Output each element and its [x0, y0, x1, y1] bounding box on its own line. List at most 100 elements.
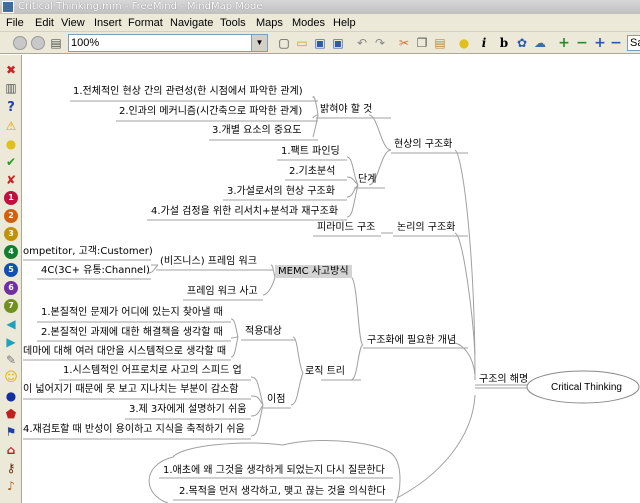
node-benefits-3[interactable]: 3.제 3자에게 설명하기 쉬움	[129, 403, 246, 416]
node-benefits[interactable]: 이점	[267, 393, 285, 406]
back-icon[interactable]	[12, 35, 28, 51]
bulb-icon[interactable]: ●	[4, 137, 18, 151]
edge-targets-1	[230, 318, 239, 338]
chevron-down-icon[interactable]: ▼	[251, 35, 267, 51]
question-icon[interactable]: ?	[4, 101, 18, 115]
root-node[interactable]: Critical Thinking	[551, 381, 622, 394]
remove-icon[interactable]: ✖	[4, 63, 18, 77]
key-icon[interactable]: ⚷	[4, 461, 18, 475]
node-benefits-2[interactable]: 이 넓어지기 때문에 못 보고 지나치는 부분이 감소함	[23, 383, 238, 396]
node-logic[interactable]: 논리의 구조화	[397, 221, 455, 234]
open-icon[interactable]: ▭	[294, 35, 310, 51]
menu-file[interactable]: File	[6, 14, 24, 32]
check-icon[interactable]: ✔	[4, 155, 18, 169]
paste-icon[interactable]: ▤	[432, 35, 448, 51]
node-framework-1[interactable]: ompetitor, 고객:Customer)	[23, 245, 153, 258]
node-targets-1[interactable]: 1.본질적인 문제가 어디에 있는지 찾아낼 때	[41, 306, 223, 319]
redo-icon[interactable]: ↷	[372, 35, 388, 51]
edge-concepts-logictree	[350, 344, 364, 381]
cut-icon[interactable]: ✂	[396, 35, 412, 51]
node-targets[interactable]: 적용대상	[245, 325, 282, 338]
node-pyramid[interactable]: 피라미드 구조	[317, 221, 375, 234]
new-icon[interactable]: ▢	[276, 35, 292, 51]
forward-icon[interactable]	[30, 35, 46, 51]
node-benefits-1[interactable]: 1.시스템적인 어프로치로 사고의 스피드 업	[63, 364, 242, 377]
priority-2-icon[interactable]: 2	[4, 209, 18, 223]
priority-7-icon[interactable]: 7	[4, 299, 18, 313]
node-targets-2[interactable]: 2.본질적인 과제에 대한 해결책을 생각할 때	[41, 326, 223, 339]
font-icon[interactable]: ✿	[514, 35, 530, 51]
arrow-left-icon[interactable]: ◀	[4, 317, 18, 331]
menu-modes[interactable]: Modes	[292, 14, 325, 32]
edge-memc-thinking	[262, 276, 276, 296]
menu-edit[interactable]: Edit	[35, 14, 54, 32]
menu-view[interactable]: View	[61, 14, 85, 32]
zoom-out-icon[interactable]: −	[574, 35, 590, 51]
node-framework-2[interactable]: 4C(3C+ 유통:Channel)	[41, 264, 150, 277]
priority-4-icon[interactable]: 4	[4, 245, 18, 259]
idea-icon[interactable]: ●	[456, 35, 472, 51]
edge-logictree-benefits	[290, 372, 304, 406]
node-concepts[interactable]: 구조화에 필요한 개념	[367, 334, 456, 347]
menu-tools[interactable]: Tools	[220, 14, 246, 32]
trash-icon[interactable]: ▥	[4, 81, 18, 95]
copy-icon[interactable]: ❐	[414, 35, 430, 51]
italic-icon[interactable]: i	[476, 35, 492, 51]
edge-benefits-4	[250, 404, 264, 437]
ball-icon[interactable]: ●	[4, 389, 18, 403]
stop-icon[interactable]: ⬟	[4, 407, 18, 421]
home-icon[interactable]: ⌂	[4, 443, 18, 457]
bold-icon[interactable]: b	[496, 35, 512, 51]
zoom-in2-icon[interactable]: +	[592, 35, 608, 51]
node-framework[interactable]: (비즈니스) 프레임 워크	[160, 255, 257, 268]
node-grasp-3[interactable]: 3.개별 요소의 중요도	[212, 124, 302, 137]
menu-maps[interactable]: Maps	[256, 14, 283, 32]
zoom-in-icon[interactable]: +	[556, 35, 572, 51]
edge-targets-3	[230, 336, 239, 358]
flag-icon[interactable]: ⚑	[4, 425, 18, 439]
node-steps-2[interactable]: 2.기초분석	[289, 165, 335, 178]
menu-navigate[interactable]: Navigate	[170, 14, 213, 32]
zoom-select[interactable]: 100% ▼	[68, 34, 268, 52]
node-grasp-1[interactable]: 1.전체적인 현상 간의 관련성(한 시점에서 파악한 관계)	[73, 85, 303, 98]
node-logictree[interactable]: 로직 트리	[305, 365, 345, 378]
undo-icon[interactable]: ↶	[354, 35, 370, 51]
node-structure[interactable]: 현상의 구조화	[394, 138, 452, 151]
node-cloud-2[interactable]: 2.목적을 먼저 생각하고, 맺고 끊는 것을 의식한다	[179, 485, 386, 498]
node-thinking[interactable]: 프레임 워크 사고	[187, 285, 258, 298]
menu-help[interactable]: Help	[333, 14, 356, 32]
save-icon[interactable]: ▣	[312, 35, 328, 51]
save-as-icon[interactable]: ▣	[330, 35, 346, 51]
node-steps[interactable]: 단계	[358, 173, 376, 186]
music-icon[interactable]: ♪	[4, 479, 18, 493]
node-steps-4[interactable]: 4.가설 검정을 위한 리서치+분석과 재구조화	[151, 205, 338, 218]
zoom-out2-icon[interactable]: −	[608, 35, 624, 51]
menu-insert[interactable]: Insert	[94, 14, 122, 32]
menu-format[interactable]: Format	[128, 14, 163, 32]
print-icon[interactable]: ▤	[48, 35, 64, 51]
node-memc[interactable]: MEMC 사고방식	[275, 265, 352, 278]
node-grasp[interactable]: 밝혀야 할 것	[320, 103, 372, 116]
search-input[interactable]: Sa	[627, 35, 640, 51]
priority-3-icon[interactable]: 3	[4, 227, 18, 241]
node-grasp-2[interactable]: 2.인과의 메커니즘(시간축으로 파악한 관계)	[119, 105, 302, 118]
arrow-right-icon[interactable]: ▶	[4, 335, 18, 349]
warning-icon[interactable]: ⚠	[4, 119, 18, 133]
node-targets-3[interactable]: 데마에 대해 여러 대안을 시스템적으로 생각할 때	[23, 345, 226, 358]
node-branch[interactable]: 구조의 해명	[479, 373, 528, 386]
node-steps-3[interactable]: 3.가설로서의 현상 구조화	[227, 185, 335, 198]
pencil-icon[interactable]: ✎	[4, 353, 18, 367]
node-steps-1[interactable]: 1.팩트 파인딩	[281, 145, 340, 158]
edge-branch-logic	[454, 232, 476, 356]
cross-icon[interactable]: ✘	[4, 173, 18, 187]
priority-5-icon[interactable]: 5	[4, 263, 18, 277]
edge-branch-cloud	[392, 394, 476, 501]
smiley-icon[interactable]: ☺	[4, 371, 18, 385]
priority-1-icon[interactable]: 1	[4, 191, 18, 205]
cloud-icon[interactable]: ☁	[532, 35, 548, 51]
node-cloud-1[interactable]: 1.애초에 왜 그것을 생각하게 되었는지 다시 질문한다	[163, 464, 385, 477]
priority-6-icon[interactable]: 6	[4, 281, 18, 295]
mindmap-canvas[interactable]: 1.전체적인 현상 간의 관련성(한 시점에서 파악한 관계) 2.인과의 메커…	[23, 55, 640, 503]
node-benefits-4[interactable]: 4.재검토할 때 반성이 용이하고 지식을 축적하기 쉬움	[23, 423, 245, 436]
edge-benefits-1	[250, 376, 264, 406]
